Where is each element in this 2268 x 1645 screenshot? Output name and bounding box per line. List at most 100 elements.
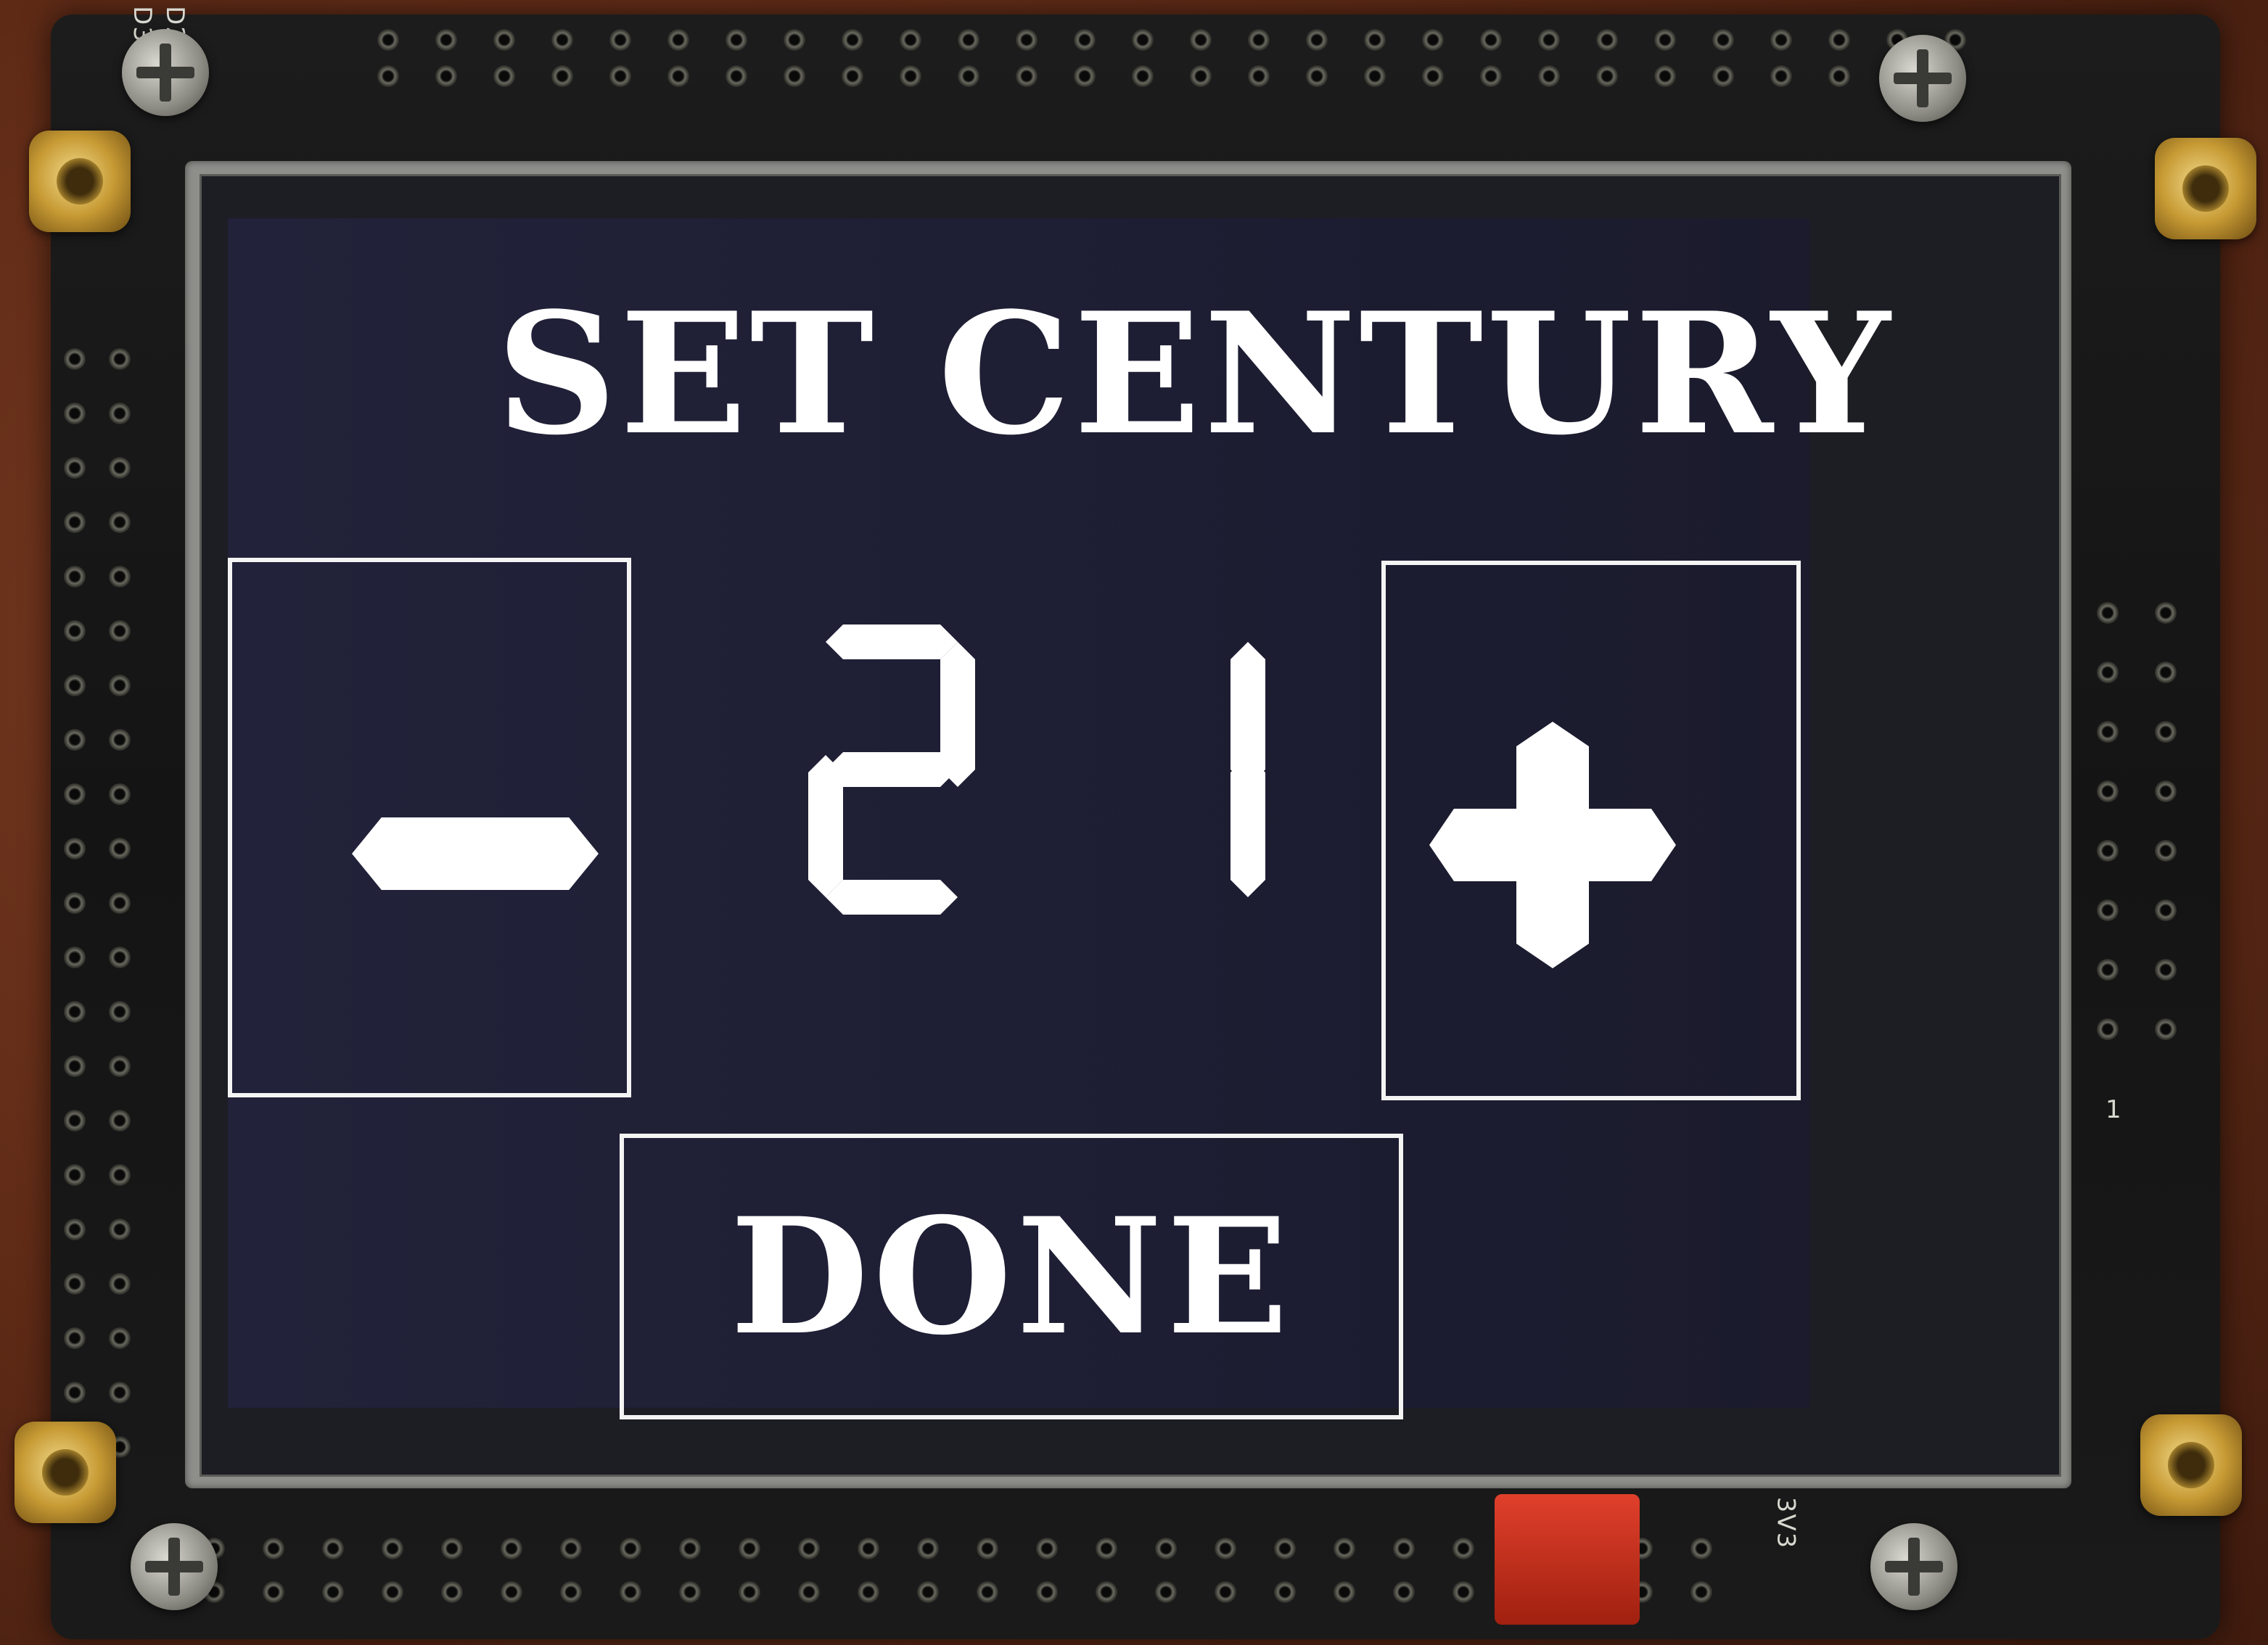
header-pin — [109, 1055, 131, 1077]
header-pin — [620, 1538, 641, 1559]
screw-top-left — [122, 29, 209, 116]
header-pin — [109, 511, 131, 533]
header-pin — [1306, 29, 1328, 51]
header-pin — [2097, 840, 2119, 862]
header-pin — [1422, 65, 1444, 87]
header-pin — [2097, 721, 2119, 743]
header-pin — [1215, 1538, 1236, 1559]
header-pin — [842, 65, 863, 87]
digit-segment — [1230, 755, 1265, 897]
brass-standoff-bottom-right — [2140, 1414, 2242, 1516]
header-pin — [1274, 1538, 1296, 1559]
header-pin — [64, 1055, 86, 1077]
header-pin — [977, 1581, 998, 1603]
increment-button[interactable] — [1381, 561, 1801, 1100]
header-pin — [109, 729, 131, 751]
header-pin — [900, 29, 921, 51]
minus-icon — [352, 817, 599, 890]
header-pin — [2155, 959, 2177, 981]
header-pin — [1155, 1581, 1177, 1603]
header-pin — [109, 620, 131, 642]
header-pin — [377, 29, 399, 51]
header-pin — [64, 675, 86, 696]
header-pin — [1712, 29, 1734, 51]
header-pin — [784, 65, 805, 87]
header-pin — [1538, 29, 1560, 51]
plus-icon — [1429, 722, 1676, 968]
header-pin — [441, 1581, 463, 1603]
header-pin — [109, 675, 131, 696]
header-pin — [2155, 899, 2177, 921]
header-pin — [1828, 29, 1850, 51]
header-pin — [2097, 959, 2119, 981]
header-pin — [109, 838, 131, 859]
header-pin — [726, 65, 747, 87]
silkscreen-3v3: 3V3 — [1771, 1496, 1801, 1550]
century-value — [808, 624, 1265, 915]
screw-top-right — [1879, 35, 1966, 122]
header-pin — [1422, 29, 1444, 51]
header-pin — [1364, 65, 1386, 87]
header-pin — [1016, 29, 1038, 51]
silkscreen-pin1: 1 — [2105, 1095, 2123, 1124]
header-pin — [1393, 1538, 1415, 1559]
header-pin — [798, 1581, 820, 1603]
header-pin — [1654, 65, 1676, 87]
header-pin — [560, 1538, 582, 1559]
header-pin — [64, 620, 86, 642]
header-pin — [679, 1581, 701, 1603]
header-pin — [1596, 65, 1618, 87]
touch-panel: SET CENTURY DONE — [200, 174, 2061, 1477]
header-pin — [2097, 602, 2119, 624]
header-pin — [109, 1001, 131, 1023]
header-pin — [842, 29, 863, 51]
header-pin — [377, 65, 399, 87]
header-pin — [1364, 29, 1386, 51]
header-pin — [64, 1382, 86, 1403]
header-pin — [109, 892, 131, 914]
header-pin — [2155, 840, 2177, 862]
header-pin — [64, 403, 86, 424]
header-pin — [1132, 65, 1154, 87]
header-pin — [1770, 29, 1792, 51]
header-pin — [2097, 661, 2119, 683]
header-pin — [109, 566, 131, 588]
header-pin — [667, 65, 689, 87]
header-pin — [1306, 65, 1328, 87]
header-pin — [1248, 65, 1270, 87]
red-jumper — [1495, 1494, 1640, 1625]
header-pin — [2097, 899, 2119, 921]
header-pin — [2097, 780, 2119, 802]
header-pin — [1596, 29, 1618, 51]
header-pin — [551, 65, 573, 87]
header-pin — [435, 65, 457, 87]
header-pin — [493, 29, 515, 51]
header-pin — [1654, 29, 1676, 51]
decrement-button[interactable] — [228, 558, 631, 1097]
header-pin — [2155, 721, 2177, 743]
header-pin — [784, 29, 805, 51]
header-pin — [64, 1327, 86, 1349]
header-pin — [64, 892, 86, 914]
lcd-screen: SET CENTURY DONE — [228, 218, 1890, 1419]
header-pin — [1074, 65, 1096, 87]
header-pin — [64, 838, 86, 859]
page-title: SET CENTURY — [496, 276, 1894, 472]
header-pin — [1190, 29, 1212, 51]
header-pin — [109, 403, 131, 424]
done-button[interactable]: DONE — [620, 1134, 1403, 1419]
header-pin — [798, 1538, 820, 1559]
header-pin — [917, 1538, 939, 1559]
brass-standoff-top-right — [2155, 138, 2256, 239]
brass-standoff-bottom-left — [15, 1422, 116, 1523]
header-pin — [977, 1538, 998, 1559]
header-pin — [322, 1538, 344, 1559]
header-pin — [1538, 65, 1560, 87]
header-pin — [501, 1538, 522, 1559]
header-pin — [1036, 1538, 1058, 1559]
header-pin — [263, 1581, 284, 1603]
header-pin — [560, 1581, 582, 1603]
header-pin — [263, 1538, 284, 1559]
header-pin — [2097, 1018, 2119, 1040]
header-pin — [1690, 1581, 1712, 1603]
